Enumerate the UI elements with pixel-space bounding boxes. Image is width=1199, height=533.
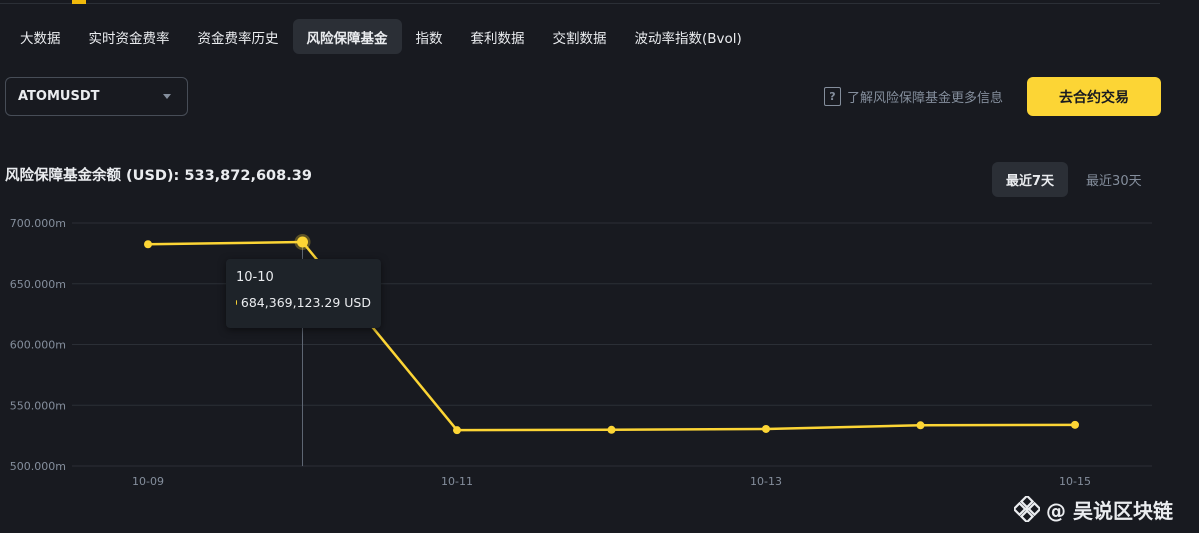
x-tick-label: 10-13 [750, 475, 782, 488]
tab-delivery-data[interactable]: 交割数据 [539, 19, 621, 54]
watermark-label: @ 吴说区块链 [1046, 498, 1173, 523]
y-tick-label: 650.000m [10, 278, 66, 291]
binance-logo-icon [1014, 496, 1040, 522]
data-point [762, 424, 770, 433]
data-point [1071, 420, 1079, 429]
tooltip-series-dot [236, 300, 237, 305]
data-point [453, 426, 461, 435]
fund-balance: 风险保障基金余额 (USD): 533,872,608.39 [5, 168, 312, 184]
chevron-down-icon [163, 94, 171, 99]
insurance-fund-info-link[interactable]: ? 了解风险保障基金更多信息 [824, 86, 1003, 106]
chart-tooltip: 10-10 684,369,123.29 USD [226, 259, 381, 328]
tab-funding-rate-history[interactable]: 资金费率历史 [184, 19, 293, 54]
y-tick-label: 550.000m [10, 399, 66, 412]
symbol-select[interactable]: ATOMUSDT [5, 77, 188, 116]
info-link-label: 了解风险保障基金更多信息 [847, 90, 1004, 106]
y-tick-label: 600.000m [10, 339, 66, 352]
tab-arbitrage-data[interactable]: 套利数据 [457, 19, 539, 54]
tab-volatility-index[interactable]: 波动率指数(Bvol) [621, 19, 756, 54]
go-to-futures-button[interactable]: 去合约交易 [1027, 77, 1161, 116]
x-tick-label: 10-15 [1059, 475, 1091, 488]
range-7d-button[interactable]: 最近7天 [992, 162, 1069, 197]
y-tick-label: 500.000m [10, 460, 66, 473]
watermark: @ 吴说区块链 [1014, 494, 1173, 524]
tab-realtime-funding-rate[interactable]: 实时资金费率 [75, 19, 184, 54]
top-accent-marker [72, 0, 86, 4]
range-30d-button[interactable]: 最近30天 [1072, 162, 1156, 197]
data-tabs: 大数据 实时资金费率 资金费率历史 风险保障基金 指数 套利数据 交割数据 波动… [6, 19, 756, 54]
data-point [607, 425, 616, 434]
tab-insurance-fund[interactable]: 风险保障基金 [292, 19, 402, 54]
y-tick-label: 700.000m [10, 217, 66, 230]
insurance-fund-chart[interactable]: 700.000m 650.000m 600.000m 550.000m 500.000m… [0, 200, 1199, 500]
x-tick-label: 10-11 [441, 475, 473, 488]
data-point [916, 421, 925, 430]
tooltip-date: 10-10 [236, 270, 274, 285]
data-point [144, 240, 152, 249]
highlighted-point [297, 236, 308, 248]
tab-index[interactable]: 指数 [402, 19, 457, 54]
x-tick-label: 10-09 [132, 475, 164, 488]
range-selector: 最近7天 最近30天 [992, 162, 1156, 197]
tooltip-value: 684,369,123.29 USD [240, 295, 371, 310]
tab-big-data[interactable]: 大数据 [6, 19, 75, 54]
top-divider [0, 0, 1160, 4]
symbol-select-value: ATOMUSDT [18, 89, 100, 104]
question-icon: ? [824, 86, 841, 106]
